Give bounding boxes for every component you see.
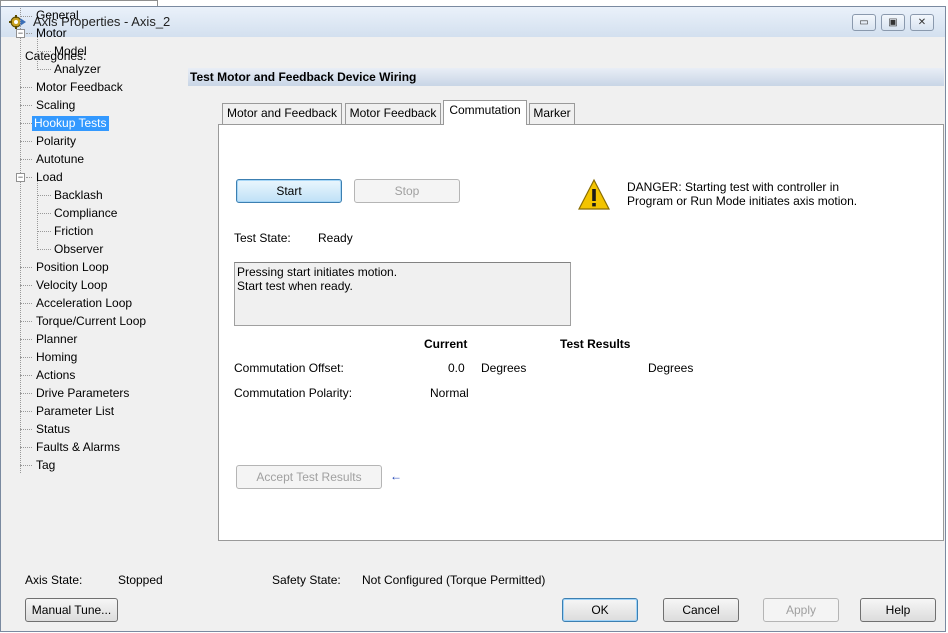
test-state-label: Test State: [234, 231, 291, 245]
tab-commutation[interactable]: Commutation [443, 100, 527, 125]
ok-button[interactable]: OK [562, 598, 638, 622]
tree-item-scaling[interactable]: Scaling [34, 98, 77, 113]
tab-motor-feedback[interactable]: Motor Feedback [345, 103, 441, 124]
commutation-offset-value: 0.0 [448, 361, 465, 375]
apply-button[interactable]: Apply [763, 598, 839, 622]
tree-item-polarity[interactable]: Polarity [34, 134, 78, 149]
title-bar: Axis Properties - Axis_2 ▭ ▣ ✕ [1, 7, 945, 37]
help-button[interactable]: Help [860, 598, 936, 622]
tree-item-hookup-tests[interactable]: Hookup Tests [32, 116, 109, 131]
safety-state-label: Safety State: [272, 573, 341, 587]
close-button[interactable]: ✕ [910, 14, 934, 31]
tree-item-position-loop[interactable]: Position Loop [34, 260, 111, 275]
commutation-offset-label: Commutation Offset: [234, 361, 344, 375]
maximize-button[interactable]: ▣ [881, 14, 905, 31]
tree-line [37, 180, 38, 250]
tree-item-planner[interactable]: Planner [34, 332, 79, 347]
commutation-polarity-label: Commutation Polarity: [234, 386, 353, 400]
cancel-button[interactable]: Cancel [663, 598, 739, 622]
tree-line [37, 36, 38, 70]
tree-item-velocity-loop[interactable]: Velocity Loop [34, 278, 109, 293]
section-header: Test Motor and Feedback Device Wiring [188, 68, 944, 86]
tree-item-parameter-list[interactable]: Parameter List [34, 404, 116, 419]
danger-text-line-2: Program or Run Mode initiates axis motio… [627, 194, 858, 208]
axis-state-label: Axis State: [25, 573, 83, 587]
current-column-header: Current [424, 337, 468, 351]
tree-item-friction[interactable]: Friction [52, 224, 95, 239]
test-results-column-header: Test Results [560, 337, 631, 351]
tree-item-analyzer[interactable]: Analyzer [52, 62, 103, 77]
warning-icon [578, 178, 610, 210]
test-message-box: Pressing start initiates motion. Start t… [234, 262, 571, 326]
axis-state-value: Stopped [118, 573, 163, 587]
tree-item-general[interactable]: General [34, 8, 81, 23]
commutation-offset-unit: Degrees [481, 361, 527, 375]
stop-button[interactable]: Stop [354, 179, 460, 203]
tree-item-motor-feedback[interactable]: Motor Feedback [34, 80, 125, 95]
tree-item-observer[interactable]: Observer [52, 242, 105, 257]
tree-item-load[interactable]: Load [34, 170, 65, 185]
tree-line [20, 8, 21, 473]
commutation-polarity-value: Normal [430, 386, 469, 400]
tree-item-faults-alarms[interactable]: Faults & Alarms [34, 440, 122, 455]
tree-item-homing[interactable]: Homing [34, 350, 79, 365]
commutation-offset-result-unit: Degrees [648, 361, 694, 375]
test-state-value: Ready [318, 231, 353, 245]
danger-text-line-1: DANGER: Starting test with controller in [627, 180, 840, 194]
tab-motor-and-feedback[interactable]: Motor and Feedback [222, 103, 342, 124]
tree-item-tag[interactable]: Tag [34, 458, 57, 473]
collapse-motor-icon[interactable]: − [16, 29, 25, 38]
tree-item-torque-current-loop[interactable]: Torque/Current Loop [34, 314, 148, 329]
tree-item-actions[interactable]: Actions [34, 368, 77, 383]
manual-tune-button[interactable]: Manual Tune... [25, 598, 118, 622]
tree-item-motor[interactable]: Motor [34, 26, 69, 41]
tree-item-autotune[interactable]: Autotune [34, 152, 86, 167]
tree-item-compliance[interactable]: Compliance [52, 206, 119, 221]
start-button[interactable]: Start [236, 179, 342, 203]
tab-marker[interactable]: Marker [529, 103, 575, 124]
tree-item-backlash[interactable]: Backlash [52, 188, 105, 203]
tree-item-status[interactable]: Status [34, 422, 72, 437]
tree-item-drive-parameters[interactable]: Drive Parameters [34, 386, 131, 401]
arrow-left-icon: ← [390, 469, 402, 483]
collapse-load-icon[interactable]: − [16, 173, 25, 182]
section-title: Test Motor and Feedback Device Wiring [190, 70, 417, 84]
tree-item-model[interactable]: Model [52, 44, 89, 59]
minimize-button[interactable]: ▭ [852, 14, 876, 31]
accept-test-results-button[interactable]: Accept Test Results [236, 465, 382, 489]
safety-state-value: Not Configured (Torque Permitted) [362, 573, 546, 587]
tree-item-acceleration-loop[interactable]: Acceleration Loop [34, 296, 134, 311]
